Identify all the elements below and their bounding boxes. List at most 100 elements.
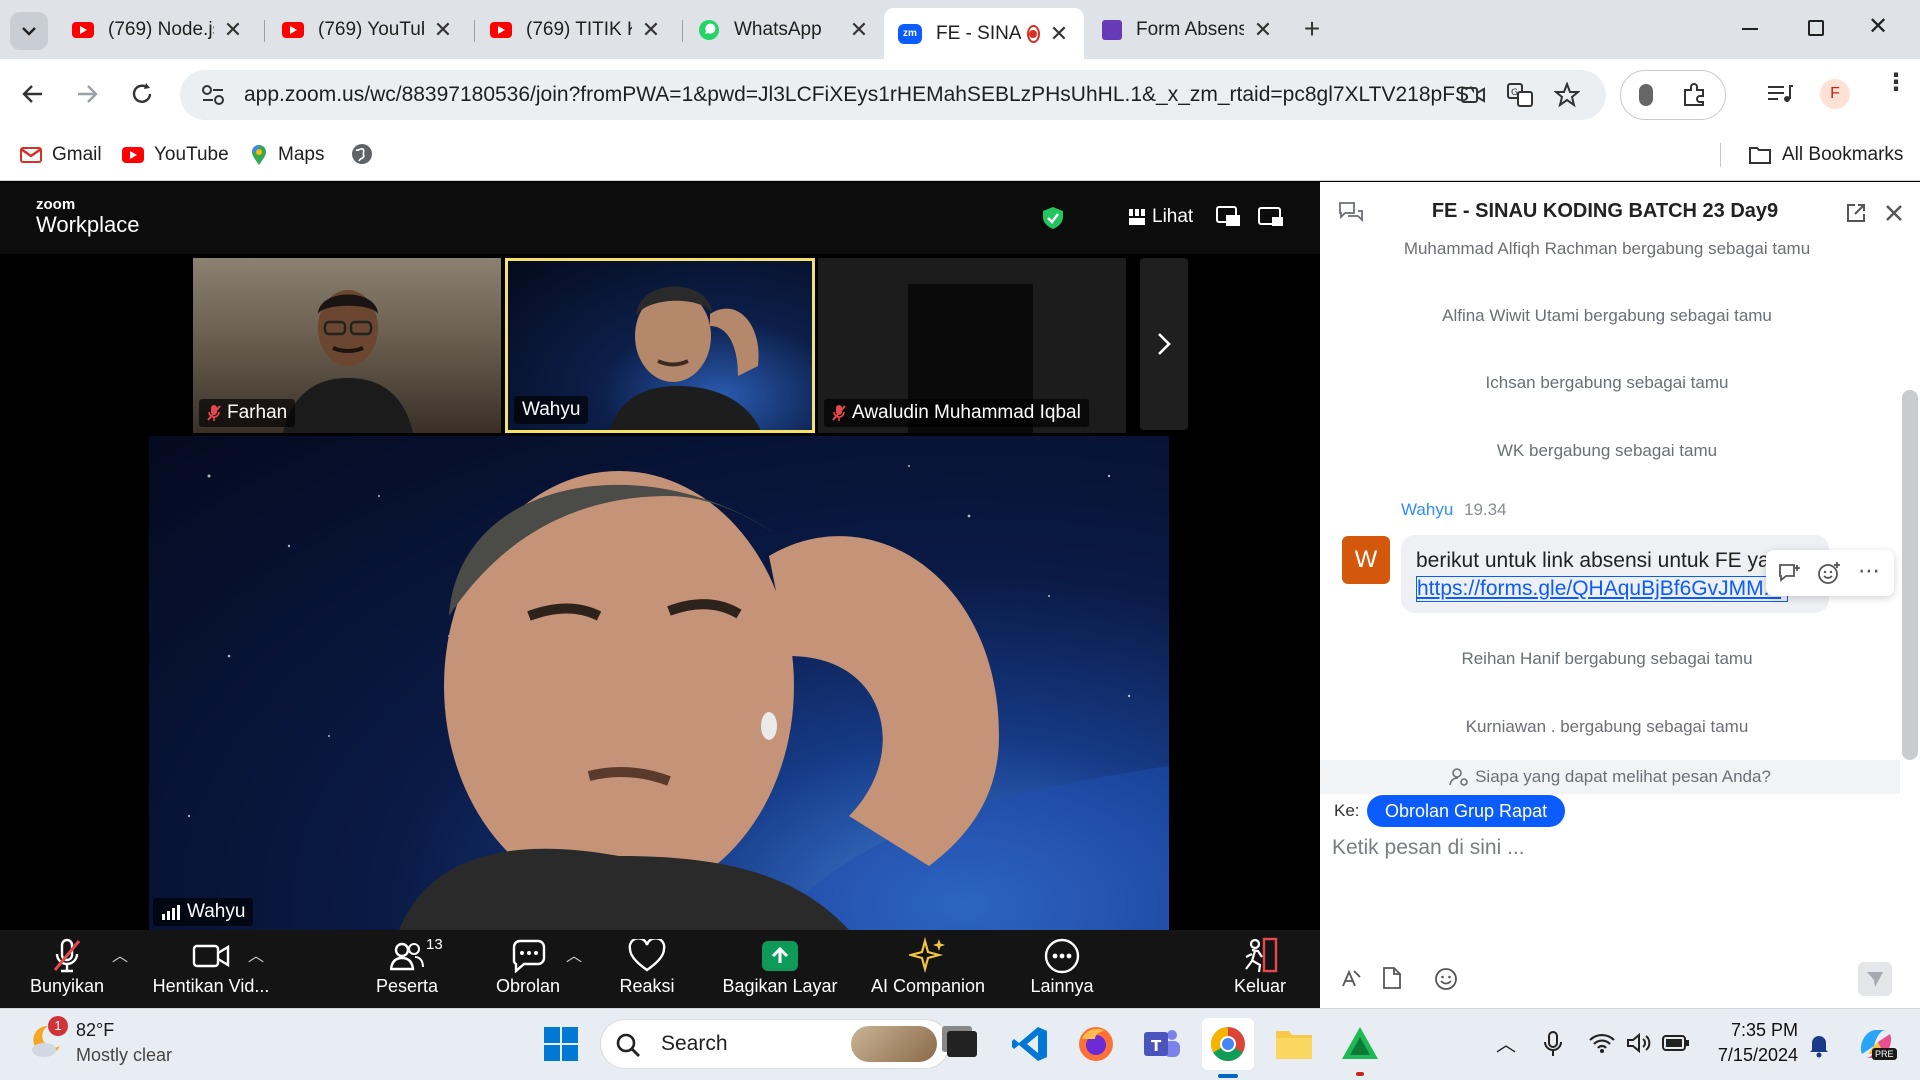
globe-icon[interactable] — [350, 142, 374, 166]
bookmark-label: Maps — [278, 144, 325, 165]
back-arrow-icon[interactable] — [20, 81, 46, 107]
clock-date[interactable]: 7/15/2024 — [1698, 1045, 1798, 1066]
battery-icon[interactable] — [1662, 1034, 1690, 1052]
browser-tab-active[interactable]: zm FE - SINAU KO ✕ — [884, 8, 1084, 59]
task-view-icon — [947, 1031, 977, 1057]
browser-tab[interactable]: Form Absensi FE D ✕ — [1088, 9, 1288, 51]
share-screen-button[interactable]: Bagikan Layar — [710, 936, 850, 1006]
address-bar[interactable]: app.zoom.us/wc/88397180536/join?fromPWA=… — [180, 70, 1606, 120]
recipient-selector[interactable]: Obrolan Grup Rapat — [1367, 795, 1566, 827]
gmail-icon — [20, 147, 42, 163]
new-tab-button[interactable]: + — [1296, 14, 1328, 46]
heart-icon — [628, 939, 666, 972]
add-reaction-icon[interactable] — [1817, 561, 1841, 585]
muted-mic-icon — [53, 938, 81, 973]
browser-tab[interactable]: (769) Node.js Tutor ✕ — [58, 9, 258, 51]
media-controls-icon[interactable] — [1766, 82, 1794, 106]
participant-silhouette — [609, 286, 761, 430]
tab-search-button[interactable] — [10, 12, 48, 50]
window-close-icon[interactable]: ✕ — [1868, 12, 1888, 41]
taskbar-teams[interactable]: T — [1136, 1018, 1188, 1070]
send-button[interactable] — [1858, 962, 1892, 996]
taskbar-vscode[interactable] — [1004, 1018, 1056, 1070]
popout-icon[interactable] — [1845, 202, 1867, 224]
participant-tile-farhan[interactable]: Farhan — [193, 258, 501, 433]
copilot-button[interactable]: PRE — [1856, 1024, 1897, 1064]
emoji-icon[interactable] — [1434, 967, 1458, 991]
encryption-shield-icon[interactable] — [1042, 206, 1064, 230]
folder-icon — [1276, 1031, 1312, 1059]
kebab-menu-icon[interactable]: ⋮ — [1884, 71, 1908, 95]
close-chat-icon[interactable] — [1884, 203, 1904, 223]
profile-avatar[interactable]: F — [1820, 79, 1850, 109]
reply-icon[interactable] — [1778, 562, 1802, 584]
bookmark-maps[interactable]: Maps — [250, 139, 324, 171]
picture-in-picture-icon[interactable] — [1216, 206, 1242, 228]
puzzle-icon[interactable] — [1681, 82, 1707, 108]
ai-companion-button[interactable]: AI Companion — [858, 936, 998, 1006]
format-text-icon[interactable] — [1340, 967, 1362, 989]
video-options-caret[interactable]: ︿ — [248, 942, 264, 966]
minimize-video-icon[interactable] — [1258, 206, 1284, 228]
more-actions-icon[interactable]: ⋯ — [1858, 558, 1880, 584]
wifi-icon[interactable] — [1588, 1032, 1616, 1054]
restore-icon[interactable] — [1808, 20, 1824, 36]
bookmark-gmail[interactable]: Gmail — [20, 139, 102, 171]
taskbar-app[interactable] — [1334, 1018, 1386, 1076]
minimize-icon[interactable] — [1742, 28, 1758, 30]
message-actions: ⋯ — [1766, 550, 1894, 596]
chat-scrollbar[interactable] — [1902, 390, 1918, 760]
to-label: Ke: — [1334, 801, 1360, 820]
participants-button[interactable]: 13 Peserta — [337, 936, 477, 1006]
bookmark-star-icon[interactable] — [1554, 82, 1580, 108]
taskbar-task-view[interactable] — [936, 1018, 988, 1070]
close-icon[interactable]: ✕ — [432, 17, 454, 43]
chat-bubble-icon — [512, 939, 546, 973]
show-hidden-icons[interactable]: ︿ — [1496, 1028, 1516, 1057]
control-label: Keluar — [1233, 976, 1287, 996]
leave-button[interactable]: Keluar — [1190, 936, 1330, 1006]
speaker-silhouette — [187, 465, 1169, 930]
site-info-icon[interactable] — [200, 83, 226, 107]
more-icon — [1044, 938, 1080, 974]
control-label: AI Companion — [870, 976, 986, 996]
close-icon[interactable]: ✕ — [1048, 21, 1070, 47]
close-icon[interactable]: ✕ — [640, 17, 662, 43]
volume-icon[interactable] — [1626, 1032, 1654, 1054]
more-button[interactable]: Lainnya — [992, 936, 1132, 1006]
bookmark-youtube[interactable]: YouTube — [122, 139, 229, 171]
message-link[interactable]: https://forms.gle/QHAquBjBf6GvJMM... — [1416, 576, 1788, 602]
next-page-button[interactable] — [1140, 258, 1188, 430]
audio-options-caret[interactable]: ︿ — [112, 942, 128, 966]
taskbar-search[interactable]: Search — [600, 1019, 950, 1069]
camera-indicator-icon[interactable] — [1460, 84, 1486, 106]
forward-arrow-icon[interactable] — [74, 81, 100, 107]
taskbar-file-explorer[interactable] — [1268, 1018, 1320, 1070]
browser-tab[interactable]: WhatsApp ✕ — [684, 9, 884, 51]
message-text: berikut untuk link absensi untuk FE ya — [1416, 549, 1770, 572]
start-button[interactable] — [535, 1018, 587, 1070]
file-icon[interactable] — [1382, 966, 1402, 990]
close-icon[interactable]: ✕ — [222, 17, 244, 43]
all-bookmarks-button[interactable]: All Bookmarks — [1748, 139, 1903, 171]
microphone-icon[interactable] — [1542, 1030, 1564, 1058]
weather-widget[interactable]: 1 — [26, 1016, 70, 1064]
participant-tile-awaludin[interactable]: Awaludin Muhammad Iqbal — [818, 258, 1126, 433]
participant-tile-wahyu[interactable]: Wahyu — [505, 258, 815, 433]
browser-tab[interactable]: (769) YouTube ✕ — [268, 9, 468, 51]
taskbar-firefox[interactable] — [1070, 1018, 1122, 1070]
visibility-notice[interactable]: Siapa yang dapat melihat pesan Anda? — [1320, 760, 1900, 794]
notification-bell-icon[interactable] — [1808, 1032, 1830, 1058]
close-icon[interactable]: ✕ — [848, 17, 870, 43]
chat-input[interactable]: Ketik pesan di sini ... — [1332, 836, 1892, 956]
reactions-button[interactable]: Reaksi — [577, 936, 717, 1006]
close-icon[interactable]: ✕ — [1252, 17, 1274, 43]
browser-tab[interactable]: (769) TITIK KUMPU ✕ — [476, 9, 676, 51]
reload-icon[interactable] — [128, 80, 156, 108]
taskbar-chrome[interactable] — [1202, 1018, 1254, 1078]
translate-icon[interactable]: G — [1506, 82, 1534, 108]
clock-time[interactable]: 7:35 PM — [1698, 1020, 1798, 1041]
extension-icon[interactable] — [1639, 84, 1653, 106]
extensions-pill — [1620, 70, 1726, 120]
view-button[interactable]: Lihat — [1128, 206, 1193, 228]
